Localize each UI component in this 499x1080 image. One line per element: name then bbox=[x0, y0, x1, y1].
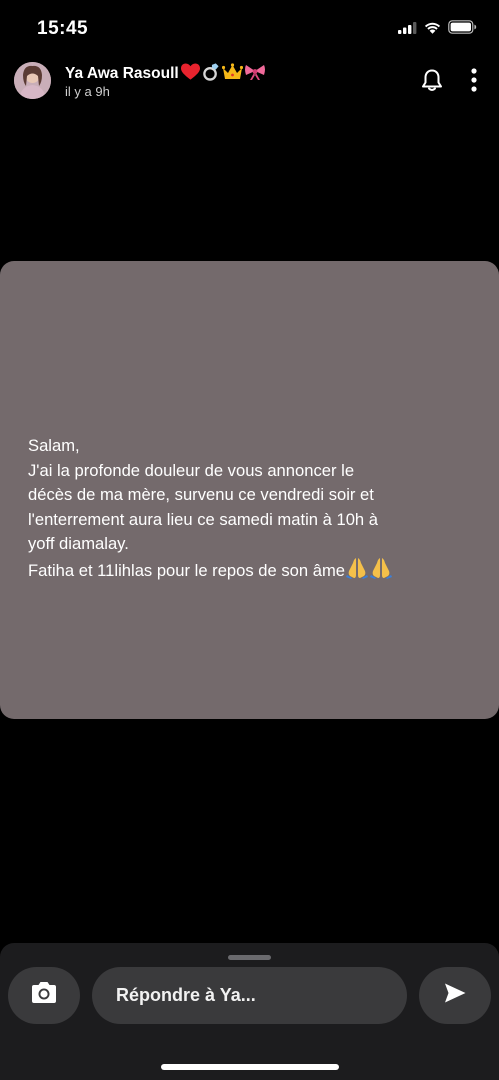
send-button[interactable] bbox=[419, 967, 491, 1024]
drag-handle[interactable] bbox=[228, 955, 271, 960]
send-icon bbox=[443, 982, 467, 1009]
status-bar: 15:45 bbox=[0, 0, 499, 56]
story-line: yoff diamalay. bbox=[28, 534, 129, 554]
story-line: décès de ma mère, survenu ce vendredi so… bbox=[28, 485, 374, 505]
folded-hands-emoji bbox=[369, 557, 393, 587]
username[interactable]: Ya Awa Rasoull bbox=[65, 65, 179, 83]
username-row[interactable]: Ya Awa Rasoull bbox=[65, 62, 266, 86]
story-timestamp: il y a 9h bbox=[65, 84, 110, 99]
ring-emoji bbox=[201, 62, 221, 86]
story-header: Ya Awa Rasoull il y a 9h bbox=[0, 58, 499, 108]
reply-input[interactable]: Répondre à Ya... bbox=[92, 967, 407, 1024]
story-viewer-screen: 15:45 Ya Awa Rasoull il y a 9h Salam, J'… bbox=[0, 0, 499, 1080]
status-time: 15:45 bbox=[37, 18, 89, 39]
more-icon[interactable] bbox=[470, 68, 478, 97]
battery-icon bbox=[448, 20, 477, 39]
home-indicator bbox=[161, 1064, 339, 1070]
story-line: l'enterrement aura lieu ce samedi matin … bbox=[28, 509, 378, 529]
story-line: Fatiha et 11lihlas pour le repos de son … bbox=[28, 560, 346, 580]
story-text-card[interactable]: Salam, J'ai la profonde douleur de vous … bbox=[0, 261, 499, 719]
signal-icon bbox=[398, 21, 417, 39]
folded-hands-emoji bbox=[345, 557, 369, 587]
status-icons bbox=[398, 20, 477, 39]
camera-button[interactable] bbox=[8, 967, 80, 1024]
crown-emoji bbox=[221, 62, 243, 86]
red-heart-emoji bbox=[180, 62, 200, 86]
story-line: Salam, bbox=[28, 436, 80, 455]
story-message: Salam, J'ai la profonde douleur de vous … bbox=[28, 434, 488, 587]
bell-icon[interactable] bbox=[421, 68, 443, 97]
username-emojis bbox=[180, 62, 266, 86]
ribbon-emoji bbox=[244, 63, 266, 86]
avatar[interactable] bbox=[14, 62, 51, 99]
reply-panel: Répondre à Ya... bbox=[0, 943, 499, 1080]
wifi-icon bbox=[424, 21, 441, 39]
story-line: J'ai la profonde douleur de vous annonce… bbox=[28, 460, 355, 480]
camera-icon bbox=[29, 981, 59, 1010]
story-line-last: Fatiha et 11lihlas pour le repos de son … bbox=[28, 557, 488, 587]
